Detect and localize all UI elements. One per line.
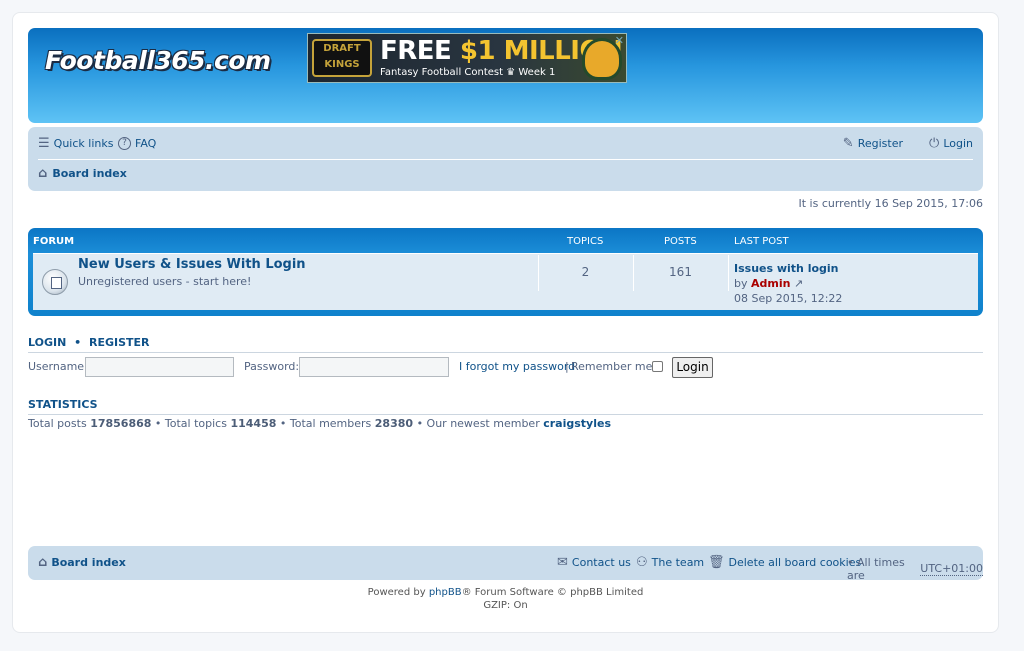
column-divider bbox=[728, 255, 729, 291]
home-icon: ⌂ bbox=[38, 555, 48, 570]
register-title-link[interactable]: REGISTER bbox=[89, 336, 150, 349]
contact-us-label: Contact us bbox=[571, 556, 631, 569]
faq-link[interactable]: ? FAQ bbox=[118, 137, 156, 150]
title-bullet: • bbox=[74, 336, 82, 349]
site-header: Football365.com DRAFT KINGS FREE $1 MILL… bbox=[28, 28, 983, 123]
total-posts-value: 17856868 bbox=[90, 417, 152, 430]
login-button[interactable]: Login bbox=[672, 357, 713, 378]
site-logo[interactable]: Football365.com bbox=[45, 46, 271, 75]
login-section-title: LOGIN • REGISTER bbox=[28, 336, 983, 353]
login-label: Login bbox=[943, 137, 973, 150]
quick-links-label: Quick links bbox=[53, 137, 114, 150]
contact-us-link[interactable]: ✉ Contact us bbox=[557, 556, 631, 569]
statistics-title: STATISTICS bbox=[28, 398, 983, 415]
current-time: It is currently 16 Sep 2015, 17:06 bbox=[798, 197, 984, 210]
forum-header-row: FORUM TOPICS POSTS LAST POST bbox=[28, 228, 983, 252]
footer-navbar: ⌂ Board index ✉ Contact us ⚇ The team 🗑 … bbox=[28, 546, 983, 582]
team-icon: ⚇ bbox=[636, 555, 648, 570]
gzip-status: GZIP: On bbox=[483, 600, 528, 611]
power-icon: ⏻ bbox=[929, 136, 940, 151]
last-post-info: Issues with login by Admin ↗ 08 Sep 2015… bbox=[734, 261, 842, 306]
divider: | bbox=[565, 360, 569, 373]
forum-topics-count: 2 bbox=[581, 265, 590, 279]
forum-row: New Users & Issues With Login Unregister… bbox=[33, 253, 978, 310]
ad-close-icon[interactable]: ✕ bbox=[615, 34, 624, 47]
timezone-info: • All times are UTC+01:00 bbox=[847, 556, 983, 582]
total-members-label: • Total members bbox=[279, 417, 372, 430]
forum-list: FORUM TOPICS POSTS LAST POST New Users &… bbox=[28, 228, 983, 316]
home-icon: ⌂ bbox=[38, 166, 48, 181]
trash-icon: 🗑 bbox=[708, 555, 725, 570]
register-link[interactable]: ✎ Register bbox=[843, 137, 903, 150]
username-input[interactable] bbox=[85, 357, 234, 377]
password-input[interactable] bbox=[299, 357, 449, 377]
header-topics: TOPICS bbox=[567, 236, 604, 247]
powered-by-label: Powered by bbox=[367, 587, 426, 598]
quick-links-menu[interactable]: ☰ Quick links bbox=[38, 137, 113, 150]
timezone-prefix: • All times are bbox=[847, 556, 905, 582]
navbar: ☰ Quick links ? FAQ ✎ Register ⏻ Login ⌂… bbox=[28, 127, 983, 191]
last-post-author-link[interactable]: Admin bbox=[751, 277, 790, 290]
total-topics-label: • Total topics bbox=[154, 417, 227, 430]
copyright-text: ® Forum Software © phpBB Limited bbox=[461, 587, 644, 598]
forgot-password-link[interactable]: I forgot my password bbox=[459, 360, 575, 373]
remember-me-checkbox[interactable] bbox=[652, 361, 663, 372]
forum-title-link[interactable]: New Users & Issues With Login bbox=[78, 257, 306, 272]
remember-me-label: Remember me bbox=[571, 360, 653, 373]
delete-cookies-label: Delete all board cookies bbox=[728, 556, 862, 569]
quick-login-form: Username: Password: I forgot my password… bbox=[28, 356, 983, 378]
total-posts-label: Total posts bbox=[28, 417, 87, 430]
forum-description: Unregistered users - start here! bbox=[78, 275, 252, 288]
envelope-icon: ✉ bbox=[557, 555, 568, 570]
last-post-by: by bbox=[734, 277, 748, 290]
faq-label: FAQ bbox=[135, 137, 157, 150]
the-team-link[interactable]: ⚇ The team bbox=[636, 556, 704, 569]
ad-subline: Fantasy Football Contest ♛ Week 1 bbox=[380, 67, 556, 78]
total-members-value: 28380 bbox=[374, 417, 414, 430]
navbar-divider bbox=[38, 159, 973, 160]
pen-check-icon: ✎ bbox=[842, 136, 854, 151]
header-forum: FORUM bbox=[33, 236, 75, 247]
statistics-line: Total posts 17856868 • Total topics 1144… bbox=[28, 417, 611, 430]
username-label: Username: bbox=[28, 360, 88, 373]
last-post-title-link[interactable]: Issues with login bbox=[734, 262, 839, 275]
newest-member-link[interactable]: craigstyles bbox=[543, 417, 611, 430]
advertisement-banner[interactable]: DRAFT KINGS FREE $1 MILLION Fantasy Foot… bbox=[307, 33, 627, 83]
breadcrumb: ⌂ Board index bbox=[38, 167, 127, 180]
forum-read-icon bbox=[42, 269, 68, 295]
last-post-date: 08 Sep 2015, 12:22 bbox=[734, 292, 843, 305]
forum-posts-count: 161 bbox=[669, 265, 692, 279]
newest-member-label: • Our newest member bbox=[416, 417, 540, 430]
the-team-label: The team bbox=[651, 556, 705, 569]
view-latest-post-icon[interactable]: ↗ bbox=[794, 277, 803, 290]
footer-board-index-label: Board index bbox=[51, 556, 126, 569]
password-label: Password: bbox=[244, 360, 300, 373]
copyright: Powered by phpBB® Forum Software © phpBB… bbox=[0, 586, 1011, 612]
footer-board-index[interactable]: ⌂ Board index bbox=[38, 556, 126, 569]
phpbb-link[interactable]: phpBB bbox=[429, 587, 462, 598]
header-last-post: LAST POST bbox=[734, 236, 789, 247]
ad-brand-logo: DRAFT KINGS bbox=[312, 39, 372, 77]
delete-cookies-link[interactable]: 🗑 Delete all board cookies bbox=[708, 556, 861, 569]
timezone-value: UTC+01:00 bbox=[920, 562, 983, 576]
breadcrumb-board-index[interactable]: Board index bbox=[52, 167, 127, 180]
register-label: Register bbox=[857, 137, 903, 150]
login-link[interactable]: ⏻ Login bbox=[929, 137, 973, 150]
header-posts: POSTS bbox=[664, 236, 697, 247]
question-icon: ? bbox=[118, 137, 131, 150]
login-title-link[interactable]: LOGIN bbox=[28, 336, 66, 349]
total-topics-value: 114458 bbox=[230, 417, 277, 430]
hamburger-icon: ☰ bbox=[38, 136, 50, 151]
